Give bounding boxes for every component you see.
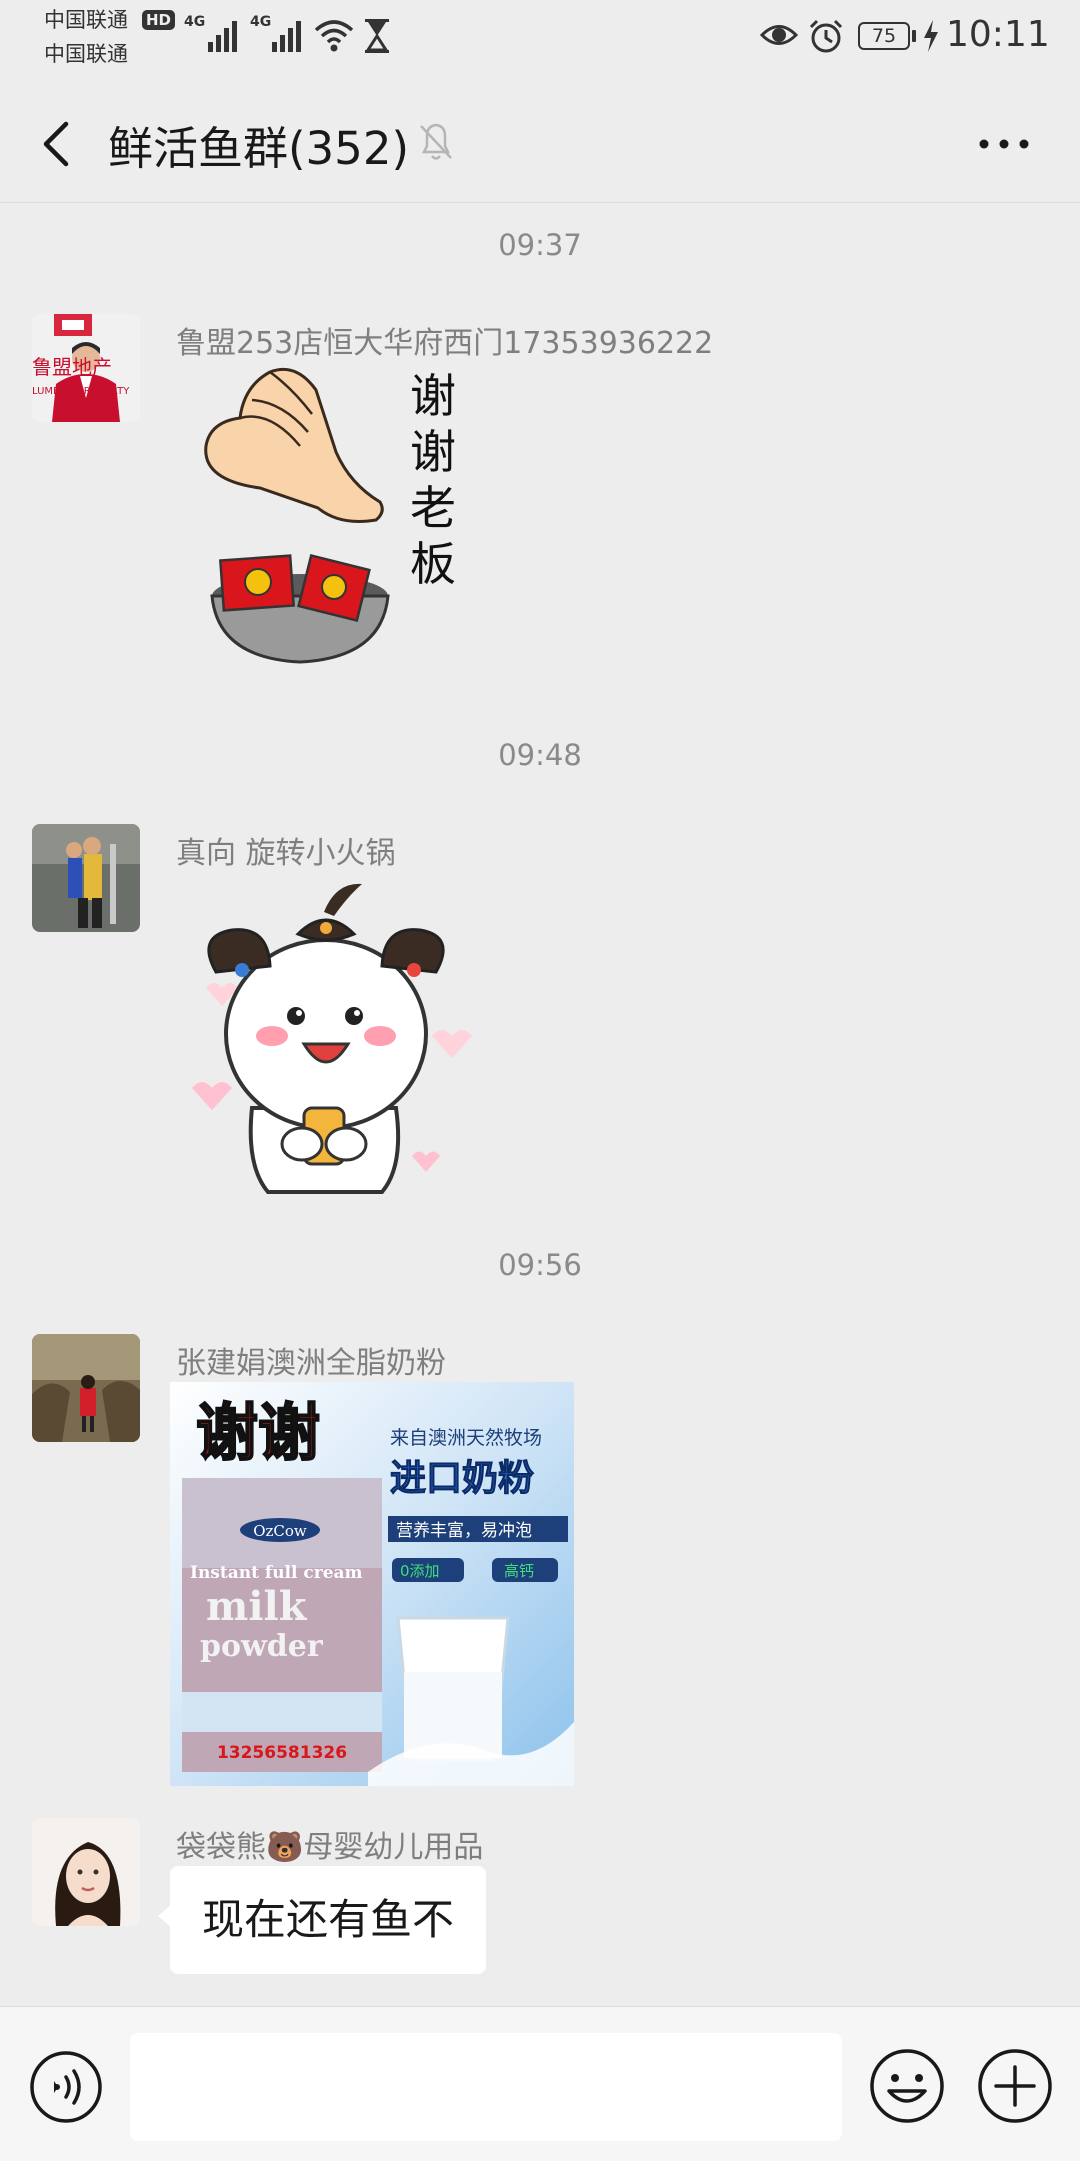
sticker-char-2: 谢 [410,425,456,479]
cartoon-girl-sticker[interactable] [186,876,486,1196]
alarm-icon [809,19,843,53]
avatar[interactable] [32,1818,140,1926]
signal-icon-2 [272,14,308,52]
product-line-2: milk [206,1583,308,1630]
charging-bolt-icon [924,20,938,52]
back-button[interactable] [30,110,90,178]
product-line-3: powder [200,1629,324,1664]
carrier-label-2: 中国联通 [44,42,128,66]
battery-tip [912,30,916,42]
input-bar [0,2006,1080,2161]
emoji-button[interactable] [868,2047,946,2125]
sender-name: 张建娟澳洲全脂奶粉 [176,1346,446,1381]
sticker-char-4: 板 [410,537,456,591]
network-type-2: 4G [250,14,272,30]
chat-title: 鲜活鱼群(352) [108,122,410,175]
voice-input-button[interactable] [28,2049,104,2125]
thanks-boss-sticker[interactable]: 谢 谢 老 板 [200,362,480,682]
hourglass-icon [365,19,389,53]
sender-name: 袋袋熊🐻母婴幼儿用品 [176,1830,484,1865]
mute-bell-icon [420,123,452,160]
battery-indicator: 75 [858,22,910,50]
sticker-char-3: 老 [410,481,456,535]
hd-badge: HD [142,10,176,30]
message-timestamp: 09:56 [498,1248,582,1282]
product-line-1: Instant full cream [190,1563,363,1583]
carrier-label-1: 中国联通 [44,8,128,32]
message-timestamp: 09:37 [498,228,582,262]
network-type-1: 4G [184,14,206,30]
status-bar: 中国联通 中国联通 HD 4G 4G 75 10:11 [0,0,1080,76]
sender-name: 鲁盟253店恒大华府西门17353936222 [176,326,714,361]
avatar[interactable] [32,824,140,932]
sender-name: 真向 旋转小火锅 [176,836,396,871]
avatar-logo-subtext: LUMENG PROPERTY [32,386,130,397]
brand-label: OzCow [253,1522,307,1540]
ad-tag-2: 高钙 [504,1562,534,1580]
ad-title: 进口奶粉 [390,1458,534,1499]
ad-tag-1: 0添加 [400,1562,440,1580]
ad-headline: 谢谢 [196,1396,320,1469]
message-timestamp: 09:48 [498,738,582,772]
eye-icon [760,25,798,45]
avatar-logo-text: 鲁盟地产 [32,355,112,379]
avatar[interactable]: 鲁盟地产 LUMENG PROPERTY [32,314,140,422]
plus-button[interactable] [976,2047,1054,2125]
milk-powder-ad-image[interactable]: OzCow Instant full cream milk powder 132… [170,1382,574,1786]
message-bubble[interactable]: 现在还有鱼不 [157,1866,487,1974]
phone-number: 13256581326 [217,1743,347,1763]
signal-icon-1 [208,14,244,52]
ad-source: 来自澳洲天然牧场 [390,1427,542,1449]
more-options-button[interactable] [974,126,1034,162]
sticker-char-1: 谢 [410,369,456,423]
avatar[interactable] [32,1334,140,1442]
ad-tagline: 营养丰富，易冲泡 [396,1521,532,1541]
wifi-icon [314,20,354,52]
chat-header: 鲜活鱼群(352) [0,86,1080,203]
status-clock: 10:11 [946,14,1050,55]
message-input[interactable] [130,2033,842,2141]
